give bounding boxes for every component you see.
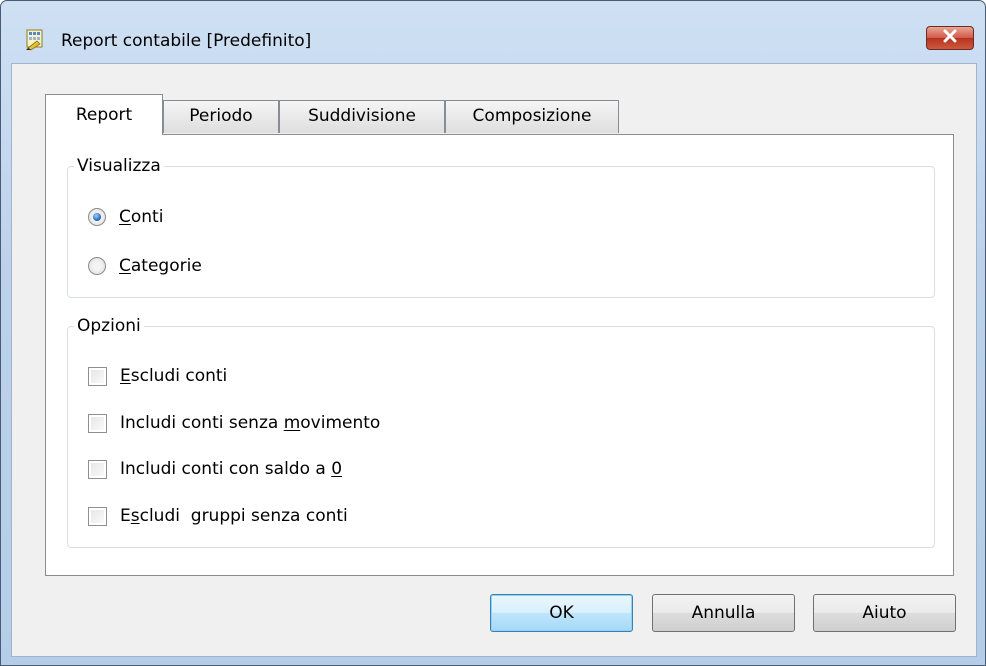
dialog-window: Report contabile [Predefinito] Report Pe…	[0, 0, 986, 666]
window-title: Report contabile [Predefinito]	[61, 31, 312, 51]
help-button[interactable]: Aiuto	[813, 594, 956, 632]
checkbox-includi-senza-movimento-label: Includi conti senza movimento	[120, 413, 381, 433]
radio-categorie-label: Categorie	[119, 256, 202, 276]
checkbox-escludi-gruppi[interactable]: Escludi gruppi senza conti	[88, 504, 348, 528]
radio-conti[interactable]: Conti	[88, 205, 163, 229]
tab-panel-report: Visualizza Conti Categorie Opzioni Esclu…	[45, 134, 954, 576]
checkbox-box[interactable]	[88, 366, 107, 386]
tab-label: Report	[75, 105, 133, 125]
opzioni-legend: Opzioni	[74, 316, 144, 336]
tab-label: Suddivisione	[308, 106, 416, 126]
ok-button[interactable]: OK	[490, 594, 633, 632]
dialog-client-area: Report Periodo Suddivisione Composizione…	[11, 63, 977, 657]
checkbox-includi-senza-movimento[interactable]: Includi conti senza movimento	[88, 411, 380, 435]
tab-periodo[interactable]: Periodo	[163, 100, 279, 133]
checkbox-escludi-conti[interactable]: Escludi conti	[88, 364, 227, 388]
radio-button[interactable]	[88, 257, 106, 275]
opzioni-group: Opzioni Escludi conti Includi conti senz…	[67, 316, 935, 548]
tab-suddivisione[interactable]: Suddivisione	[279, 100, 445, 133]
visualizza-legend: Visualizza	[74, 156, 164, 176]
tab-composizione[interactable]: Composizione	[445, 100, 619, 133]
radio-conti-label: Conti	[119, 207, 164, 227]
checkbox-includi-saldo-zero-label: Includi conti con saldo a 0	[120, 459, 343, 479]
checkbox-escludi-conti-label: Escludi conti	[120, 366, 228, 386]
visualizza-group: Visualizza Conti Categorie	[67, 156, 935, 298]
checkbox-box[interactable]	[88, 413, 107, 433]
checkbox-includi-saldo-zero[interactable]: Includi conti con saldo a 0	[88, 457, 342, 481]
radio-button-selected[interactable]	[88, 208, 106, 226]
tab-label: Periodo	[189, 106, 253, 126]
title-bar[interactable]: Report contabile [Predefinito]	[1, 1, 985, 55]
tab-report[interactable]: Report	[45, 94, 163, 135]
report-sheet-icon	[25, 29, 47, 51]
radio-categorie[interactable]: Categorie	[88, 254, 202, 278]
tab-label: Composizione	[472, 106, 592, 126]
close-button[interactable]	[926, 26, 974, 50]
cancel-button[interactable]: Annulla	[652, 594, 795, 632]
checkbox-escludi-gruppi-label: Escludi gruppi senza conti	[120, 506, 348, 526]
close-icon	[942, 28, 958, 48]
checkbox-box[interactable]	[88, 506, 107, 526]
checkbox-box[interactable]	[88, 459, 107, 479]
